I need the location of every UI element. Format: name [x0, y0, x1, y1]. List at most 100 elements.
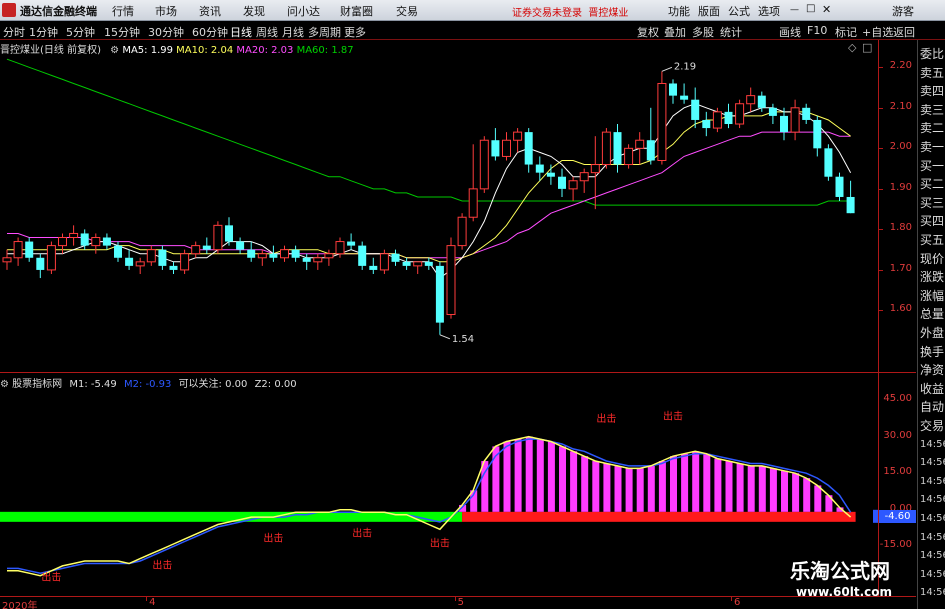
- candle: [546, 164, 555, 185]
- menu-gongshi[interactable]: 公式: [728, 3, 750, 19]
- diamond-icon[interactable]: ◇: [848, 41, 856, 54]
- quote-panel-item[interactable]: 14:56: [920, 511, 945, 527]
- menu-jiaoyi[interactable]: 交易: [396, 3, 418, 19]
- toolbar-biaoji[interactable]: 标记: [835, 24, 857, 40]
- y-tick-mark: [879, 67, 883, 69]
- settings-icon[interactable]: ⚙: [110, 45, 119, 56]
- quote-panel-item[interactable]: 换手: [920, 344, 944, 360]
- menu-zixun[interactable]: 资讯: [199, 3, 221, 19]
- quote-panel-item[interactable]: 交易: [920, 418, 944, 434]
- candle: [191, 241, 201, 258]
- menu-caifuquan[interactable]: 财富圈: [340, 3, 373, 19]
- x-tick-mark: [454, 597, 456, 601]
- menu-faxian[interactable]: 发现: [243, 3, 265, 19]
- minimize-icon[interactable]: —: [790, 5, 799, 15]
- quote-panel-item[interactable]: 涨幅: [920, 288, 944, 304]
- quote-panel-item[interactable]: 14:56: [920, 455, 945, 471]
- candle: [102, 233, 111, 250]
- candle-body-down: [435, 265, 444, 323]
- quote-panel-item[interactable]: 卖四: [920, 83, 944, 99]
- toolbar-fuquan[interactable]: 复权: [637, 24, 659, 40]
- quote-panel-item[interactable]: 卖二: [920, 120, 944, 136]
- toolbar-f10[interactable]: F10: [807, 24, 827, 37]
- candle: [125, 249, 134, 270]
- histogram-bar: [670, 456, 677, 512]
- quote-panel-item[interactable]: 14:56: [920, 530, 945, 546]
- quote-panel-item[interactable]: 外盘: [920, 325, 944, 341]
- candle-body-up: [735, 103, 745, 125]
- candle: [379, 249, 389, 274]
- period-multi[interactable]: 多周期: [308, 24, 341, 40]
- period-1min[interactable]: 1分钟: [29, 24, 58, 40]
- quote-panel-item[interactable]: 买四: [920, 213, 944, 229]
- candle-body-down: [302, 257, 311, 262]
- menu-wenxiaoda[interactable]: 问小达: [287, 3, 320, 19]
- menu-youke[interactable]: 游客: [892, 3, 914, 19]
- quote-panel-item[interactable]: 卖一: [920, 139, 944, 155]
- candle: [824, 144, 833, 181]
- menu-banmian[interactable]: 版面: [698, 3, 720, 19]
- toolbar-duogu[interactable]: 多股: [692, 24, 714, 40]
- indicator-settings-icon[interactable]: ⚙: [0, 379, 9, 390]
- candle: [712, 107, 722, 133]
- candle-body-down: [669, 83, 677, 96]
- histogram-bar: [514, 439, 522, 512]
- quote-panel-item[interactable]: 14:56: [920, 567, 945, 583]
- period-30min[interactable]: 30分钟: [148, 24, 184, 40]
- histogram-bar: [736, 463, 744, 512]
- candle: [468, 144, 478, 222]
- login-notice[interactable]: 证券交易未登录 晋控煤业: [512, 4, 628, 19]
- quote-panel-item[interactable]: 买一: [920, 158, 944, 174]
- maximize-icon[interactable]: □: [806, 3, 815, 14]
- quote-panel-item[interactable]: 总量: [920, 306, 944, 322]
- quote-panel-item[interactable]: 14:56: [920, 492, 945, 508]
- quote-panel-item[interactable]: 委比: [920, 46, 944, 62]
- quote-panel-item[interactable]: 收益: [920, 381, 944, 397]
- menu-hangqing[interactable]: 行情: [112, 3, 134, 19]
- period-fenshi[interactable]: 分时: [3, 24, 25, 40]
- candle-body-down: [613, 132, 622, 165]
- period-weekly[interactable]: 周线: [256, 24, 278, 40]
- candlestick-chart[interactable]: 2.19 1.54: [0, 40, 878, 372]
- quote-panel-item[interactable]: 现价: [920, 251, 944, 267]
- toolbar-tongji[interactable]: 统计: [720, 24, 742, 40]
- close-icon[interactable]: ✕: [822, 3, 831, 16]
- quote-panel-item[interactable]: 14:56: [920, 585, 945, 601]
- quote-panel-item[interactable]: 涨跌: [920, 269, 944, 285]
- quote-panel-item[interactable]: 买二: [920, 176, 944, 192]
- candle: [479, 136, 489, 193]
- candle-body-up: [257, 253, 267, 259]
- toolbar-huaxian[interactable]: 画线: [779, 24, 801, 40]
- candle: [347, 233, 356, 250]
- quote-panel-item[interactable]: 买三: [920, 195, 944, 211]
- toolbar-zixuan[interactable]: +自选: [862, 24, 893, 40]
- candle-body-down: [524, 132, 533, 165]
- quote-panel-item[interactable]: 买五: [920, 232, 944, 248]
- low-marker: [439, 334, 451, 340]
- indicator-chart[interactable]: 出击出击出击 出击出击出击 出击: [0, 373, 878, 596]
- period-15min[interactable]: 15分钟: [104, 24, 140, 40]
- candle: [358, 241, 367, 270]
- menu-xuanxiang[interactable]: 选项: [758, 3, 780, 19]
- quote-panel-item[interactable]: 14:56: [920, 474, 945, 490]
- x-tick-label: 4: [149, 597, 156, 608]
- quote-panel-item[interactable]: 14:56: [920, 548, 945, 564]
- app-brand: 通达信金融终端: [20, 5, 97, 18]
- quote-panel-item[interactable]: 净资: [920, 362, 944, 378]
- toolbar-fanhui[interactable]: 返回: [893, 24, 915, 40]
- low-label: 1.54: [452, 334, 474, 345]
- quote-panel-item[interactable]: 卖五: [920, 65, 944, 81]
- quote-panel-item[interactable]: 自动: [920, 399, 944, 415]
- period-60min[interactable]: 60分钟: [192, 24, 228, 40]
- period-more[interactable]: 更多: [344, 24, 366, 40]
- candle-body-up: [46, 245, 56, 271]
- period-monthly[interactable]: 月线: [282, 24, 304, 40]
- menu-shichang[interactable]: 市场: [155, 3, 177, 19]
- toolbar-diejia[interactable]: 叠加: [664, 24, 686, 40]
- period-5min[interactable]: 5分钟: [66, 24, 95, 40]
- period-daily[interactable]: 日线: [230, 24, 252, 40]
- menu-gongneng[interactable]: 功能: [668, 3, 690, 19]
- quote-panel-item[interactable]: 14:56: [920, 437, 945, 453]
- expand-icon[interactable]: □: [862, 41, 872, 54]
- quote-panel-item[interactable]: 卖三: [920, 102, 944, 118]
